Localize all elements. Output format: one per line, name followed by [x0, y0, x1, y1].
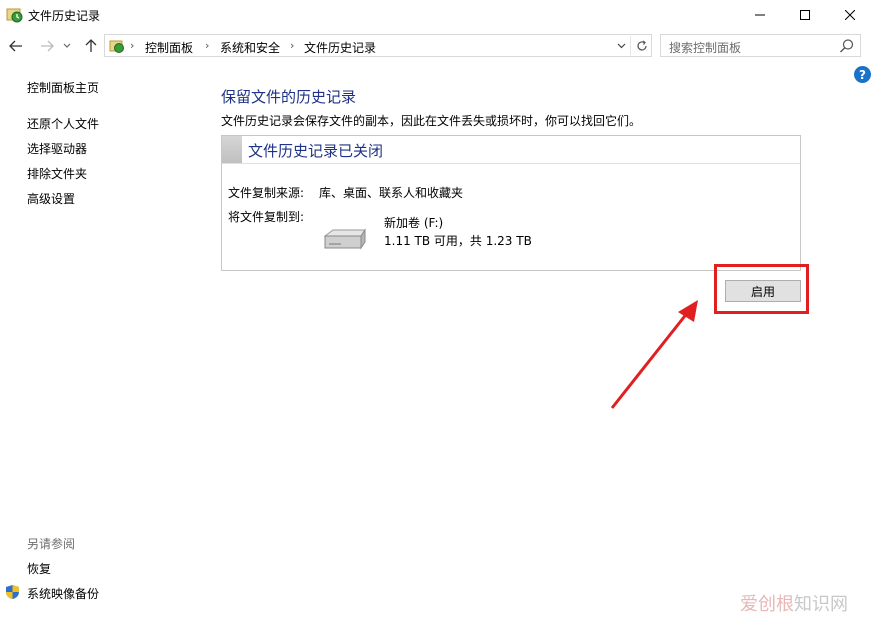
- minimize-icon: [755, 14, 765, 16]
- sidebar-item-select-drive[interactable]: 选择驱动器: [27, 140, 87, 157]
- watermark-part1: 爱创根: [740, 594, 794, 615]
- enable-button[interactable]: 启用: [725, 280, 801, 302]
- help-icon[interactable]: ?: [854, 66, 871, 83]
- status-panel: 文件历史记录已关闭 文件复制来源: 库、桌面、联系人和收藏夹 将文件复制到: 新…: [221, 135, 801, 271]
- see-also-heading: 另请参阅: [27, 537, 76, 551]
- breadcrumb-item-file-history[interactable]: 文件历史记录: [304, 39, 376, 56]
- sidebar-item-recovery[interactable]: 恢复: [27, 560, 51, 577]
- chevron-down-icon: [617, 43, 626, 48]
- annotation-arrow-icon: [610, 300, 698, 409]
- breadcrumb-separator-icon: ›: [130, 39, 135, 52]
- sidebar-item-restore-personal-files[interactable]: 还原个人文件: [27, 115, 99, 132]
- refresh-button[interactable]: [632, 36, 651, 55]
- maximize-icon: [800, 10, 810, 20]
- shield-icon: [6, 585, 19, 599]
- status-title: 文件历史记录已关闭: [248, 142, 384, 160]
- forward-button[interactable]: [38, 37, 56, 55]
- recent-locations-button[interactable]: [61, 37, 73, 55]
- status-panel-header: 文件历史记录已关闭: [222, 136, 800, 164]
- file-history-app-icon: [6, 8, 23, 23]
- arrow-left-icon: [9, 40, 22, 52]
- sidebar-item-advanced-settings[interactable]: 高级设置: [27, 190, 75, 207]
- arrow-up-icon: [85, 39, 97, 52]
- breadcrumb-item-control-panel[interactable]: 控制面板: [145, 39, 193, 56]
- sidebar-item-system-image-backup[interactable]: 系统映像备份: [27, 585, 99, 602]
- refresh-icon: [636, 40, 647, 51]
- sidebar-item-exclude-folders[interactable]: 排除文件夹: [27, 165, 87, 182]
- breadcrumb-separator-icon: ›: [205, 39, 210, 52]
- watermark-part2: 知识网: [794, 594, 848, 615]
- drive-space: 1.11 TB 可用，共 1.23 TB: [384, 234, 532, 248]
- drive-name: 新加卷 (F:): [384, 216, 444, 230]
- source-label: 文件复制来源:: [228, 186, 305, 200]
- address-dropdown-button[interactable]: [613, 36, 631, 55]
- close-icon: [845, 10, 855, 20]
- control-panel-icon: [109, 40, 124, 53]
- watermark: 爱创根知识网: [740, 590, 848, 616]
- breadcrumb-item-system-security[interactable]: 系统和安全: [220, 39, 280, 56]
- search-input[interactable]: 搜索控制面板: [669, 39, 741, 56]
- window-title: 文件历史记录: [28, 9, 101, 23]
- address-bar[interactable]: › 控制面板 › 系统和安全 › 文件历史记录: [104, 34, 652, 57]
- destination-label: 将文件复制到:: [228, 210, 305, 224]
- search-box[interactable]: 搜索控制面板: [660, 34, 861, 57]
- sidebar-item-control-panel-home[interactable]: 控制面板主页: [27, 79, 99, 96]
- up-button[interactable]: [82, 37, 100, 55]
- hard-drive-icon: [323, 228, 366, 250]
- arrow-right-icon: [41, 40, 54, 52]
- title-bar: 文件历史记录: [0, 0, 873, 30]
- search-icon[interactable]: [839, 38, 855, 54]
- page-title: 保留文件的历史记录: [221, 88, 357, 106]
- minimize-button[interactable]: [737, 0, 783, 30]
- chevron-down-icon: [63, 43, 71, 48]
- breadcrumb-separator-icon: ›: [290, 39, 295, 52]
- page-description: 文件历史记录会保存文件的副本，因此在文件丢失或损坏时，你可以找回它们。: [221, 114, 642, 128]
- status-indicator-bar: [222, 136, 242, 163]
- maximize-button[interactable]: [782, 0, 828, 30]
- source-value: 库、桌面、联系人和收藏夹: [319, 186, 464, 200]
- close-button[interactable]: [827, 0, 873, 30]
- back-button[interactable]: [7, 37, 25, 55]
